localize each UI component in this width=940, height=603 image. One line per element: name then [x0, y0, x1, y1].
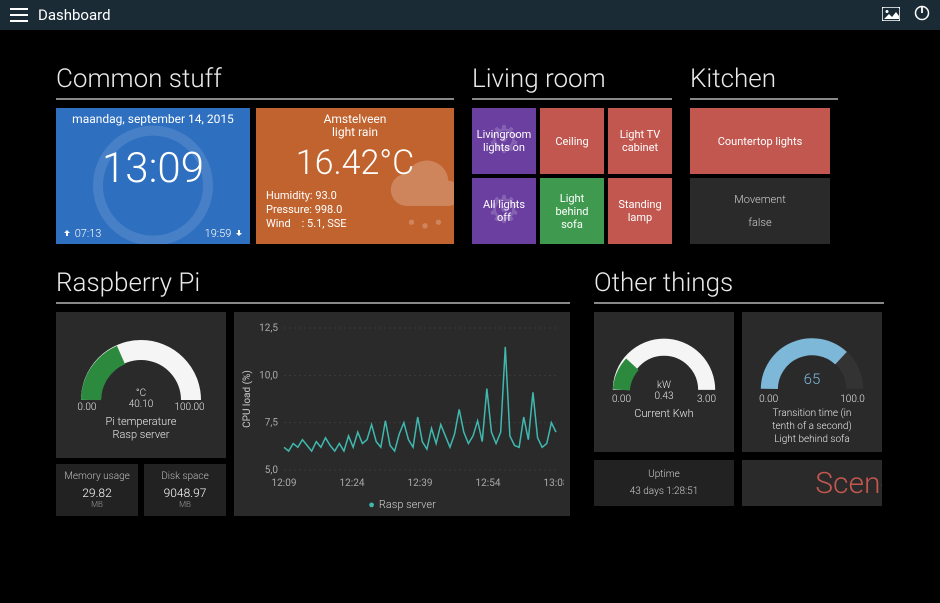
movement-value: false — [748, 216, 771, 229]
gear-icon: ⚙ — [487, 205, 521, 218]
gauge-caption-2: tenth of a second) — [772, 420, 852, 433]
power-icon[interactable] — [914, 5, 930, 25]
uptime-tile: Uptime 43 days 1:28:51 — [594, 460, 734, 506]
gauge-max: 100.0 — [840, 394, 865, 405]
living-button-2[interactable]: Light TV cabinet — [608, 108, 672, 174]
movement-tile: Movement false — [690, 178, 830, 244]
living-room-grid: ⚙Livingroom lights on Ceiling Light TV cab… — [472, 108, 672, 244]
page-title: Dashboard — [38, 6, 111, 24]
image-icon[interactable] — [882, 6, 900, 25]
section-title-other: Other things — [594, 268, 884, 298]
button-label: Ceiling — [555, 135, 588, 148]
svg-text:12:09: 12:09 — [272, 478, 297, 489]
section-title-common: Common stuff — [56, 64, 454, 94]
section-title-kitchen: Kitchen — [690, 64, 838, 94]
transition-time-gauge[interactable]: 65 0.00 100.0 Transition time (in tenth … — [742, 312, 882, 452]
button-label: Light TV cabinet — [612, 128, 668, 154]
svg-text:CPU load (%): CPU load (%) — [241, 370, 253, 428]
gauge-min: 0.00 — [759, 394, 778, 405]
top-bar: Dashboard — [0, 0, 940, 30]
gauge-unit: °C — [129, 388, 154, 399]
cpu-load-chart[interactable]: 5,0 7,5 10,0 12,5 CPU load (%) 12:09 12:24 12:3… — [234, 312, 570, 516]
living-button-0[interactable]: ⚙Livingroom lights on — [472, 108, 536, 174]
mini-unit: MB — [179, 500, 191, 509]
svg-text:13:08: 13:08 — [544, 478, 564, 489]
mini-label: Disk space — [161, 471, 209, 482]
svg-text:12:24: 12:24 — [340, 478, 365, 489]
svg-text:12,5: 12,5 — [259, 323, 278, 334]
scene-tile[interactable]: Scene — [742, 460, 882, 506]
sunset-time: 19:59 — [205, 227, 244, 240]
living-button-5[interactable]: Standing lamp — [608, 178, 672, 244]
movement-label: Movement — [734, 193, 786, 206]
section-title-living: Living room — [472, 64, 672, 94]
menu-icon[interactable] — [10, 8, 28, 22]
weather-location: Amstelveen — [266, 112, 444, 126]
pi-temperature-gauge[interactable]: °C 40.10 0.00 100.00 Pi temperature Rasp… — [56, 312, 226, 458]
mini-label: Memory usage — [64, 471, 130, 482]
sunrise-time: 07:13 — [62, 227, 101, 240]
mini-unit: MB — [91, 500, 103, 509]
gauge-caption-1: Transition time (in — [772, 407, 852, 420]
gear-icon: ⚙ — [487, 135, 521, 148]
button-label: Standing lamp — [612, 198, 668, 224]
gauge-max: 3.00 — [697, 394, 716, 405]
mini-value: 9048.97 — [164, 486, 207, 500]
button-label: Light behind sofa — [544, 192, 600, 231]
countertop-lights-button[interactable]: Countertop lights — [690, 108, 830, 174]
weather-condition: light rain — [266, 125, 444, 139]
living-button-3[interactable]: ⚙All lights off — [472, 178, 536, 244]
disk-space-tile[interactable]: Disk space 9048.97 MB — [144, 464, 226, 516]
gauge-caption-1: Pi temperature — [106, 415, 177, 428]
current-kwh-gauge[interactable]: kW 0.43 0.00 3.00 Current Kwh — [594, 312, 734, 452]
living-button-1[interactable]: Ceiling — [540, 108, 604, 174]
svg-text:12:54: 12:54 — [476, 478, 501, 489]
clock-tile[interactable]: maandag, september 14, 2015 13:09 07:13 … — [56, 108, 250, 244]
weather-tile[interactable]: Amstelveen light rain 16.42°C Humidity: … — [256, 108, 454, 244]
gauge-caption: Current Kwh — [634, 407, 693, 420]
memory-usage-tile[interactable]: Memory usage 29.82 MB — [56, 464, 138, 516]
gauge-min: 0.00 — [612, 394, 631, 405]
gauge-unit: kW — [654, 380, 673, 391]
clock-date: maandag, september 14, 2015 — [56, 108, 250, 126]
uptime-label: Uptime — [648, 469, 680, 480]
gauge-min: 0.00 — [77, 402, 96, 413]
svg-text:7,5: 7,5 — [265, 418, 279, 429]
chart-legend: Rasp server — [240, 498, 564, 511]
gauge-value: 65 — [804, 370, 821, 388]
uptime-value: 43 days 1:28:51 — [630, 486, 699, 497]
gauge-caption-2: Rasp server — [106, 428, 177, 441]
living-button-4[interactable]: Light behind sofa — [540, 178, 604, 244]
gauge-caption-3: Light behind sofa — [772, 433, 852, 446]
mini-value: 29.82 — [82, 486, 112, 500]
cloud-icon — [380, 152, 454, 244]
svg-text:12:39: 12:39 — [408, 478, 433, 489]
svg-text:5,0: 5,0 — [265, 465, 279, 476]
svg-text:10,0: 10,0 — [259, 370, 278, 381]
section-title-raspi: Raspberry Pi — [56, 268, 570, 298]
gauge-max: 100.00 — [174, 402, 204, 413]
